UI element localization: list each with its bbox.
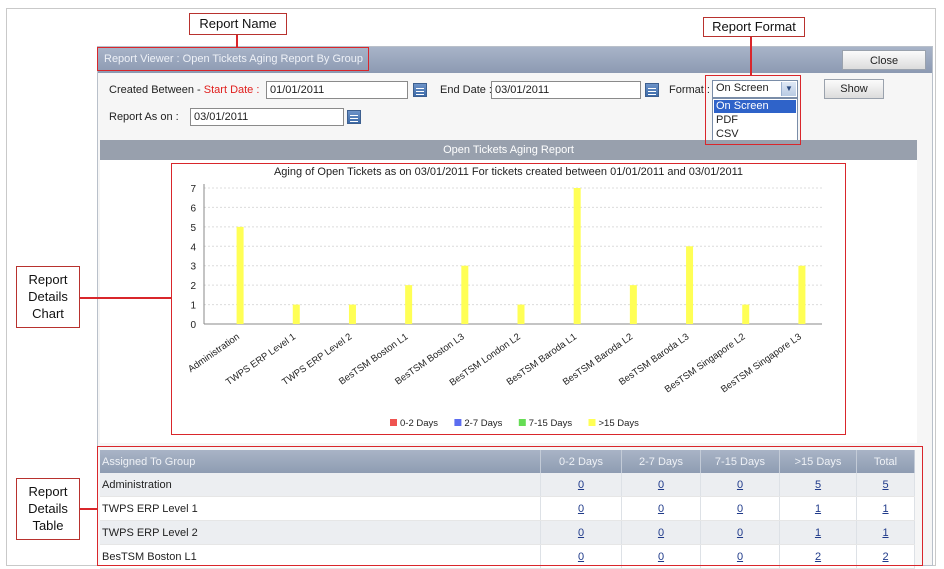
- report-format-highlight: [705, 75, 801, 145]
- table-connector: [80, 508, 97, 510]
- report-name-callout: Report Name: [189, 13, 287, 35]
- callout-line: Table: [32, 518, 64, 533]
- callout-line: Report: [28, 484, 68, 499]
- report-table-callout: Report Details Table: [16, 478, 80, 540]
- callout-line: Details: [28, 501, 68, 516]
- callout-line: Details: [28, 289, 68, 304]
- report-format-connector: [750, 37, 752, 75]
- report-chart-callout: Report Details Chart: [16, 266, 80, 328]
- report-name-connector: [236, 35, 238, 47]
- report-format-callout: Report Format: [703, 17, 805, 37]
- report-name-highlight: [97, 47, 369, 71]
- callout-line: Chart: [32, 306, 64, 321]
- chart-connector: [80, 297, 171, 299]
- report-table-highlight: [97, 446, 923, 566]
- report-chart-highlight: [171, 163, 846, 435]
- callout-line: Report: [28, 272, 68, 287]
